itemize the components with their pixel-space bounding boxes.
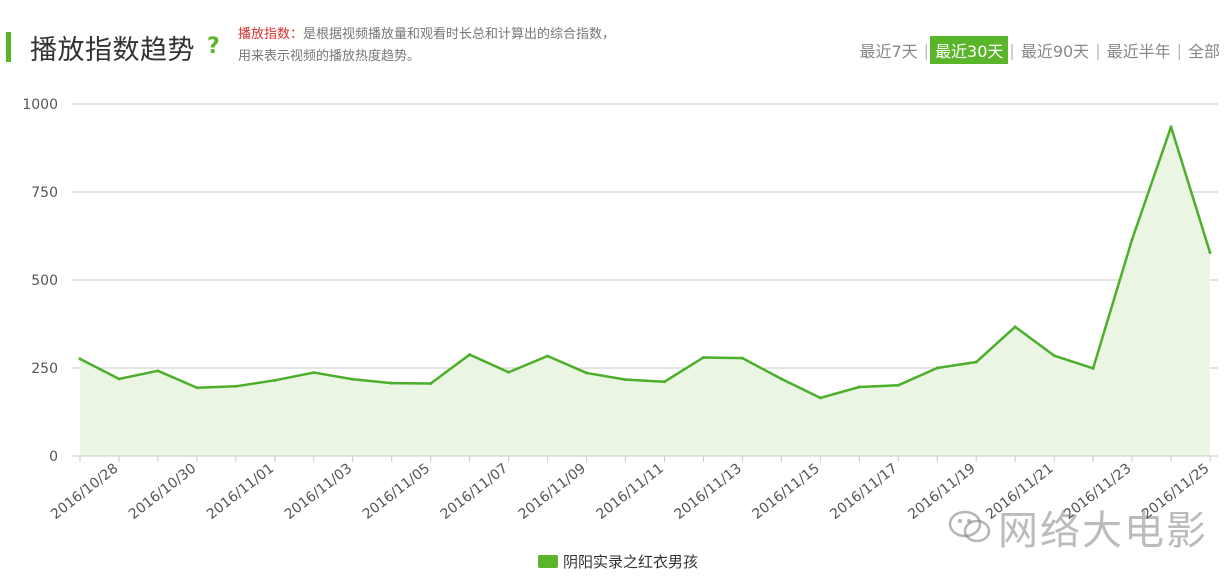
wechat-icon: [948, 510, 991, 543]
x-tick-label: 2016/11/13: [671, 461, 744, 523]
data-point: [624, 378, 628, 382]
x-tick-label: 2016/11/05: [360, 461, 433, 523]
data-point: [468, 353, 472, 357]
watermark-text: 网络大电影: [998, 508, 1208, 554]
data-point: [857, 385, 861, 389]
data-point: [390, 381, 394, 385]
data-point: [701, 355, 705, 359]
data-point: [234, 384, 238, 388]
data-point: [1130, 238, 1134, 242]
data-point: [818, 396, 822, 400]
legend-label: 阴阳实录之红衣男孩: [563, 553, 699, 571]
watermark: 网络大电影: [948, 498, 1208, 556]
x-tick-label: 2016/11/17: [827, 461, 900, 523]
x-tick-label: 2016/11/01: [204, 461, 277, 523]
y-tick-label: 250: [31, 361, 58, 377]
data-point: [1208, 251, 1212, 255]
data-point: [1013, 325, 1017, 329]
data-point: [896, 383, 900, 387]
x-tick-label: 2016/11/07: [438, 461, 511, 523]
data-point: [351, 377, 355, 381]
data-point: [195, 386, 199, 390]
chart-legend[interactable]: 阴阳实录之红衣男孩: [538, 551, 698, 572]
data-point: [273, 378, 277, 382]
data-point: [935, 366, 939, 370]
data-point: [1169, 125, 1173, 129]
x-tick-label: 2016/11/11: [593, 461, 666, 523]
data-point: [507, 370, 511, 374]
data-point: [78, 357, 82, 361]
data-point: [156, 369, 160, 373]
y-tick-label: 1000: [22, 97, 58, 113]
data-point: [974, 360, 978, 364]
data-point: [546, 354, 550, 358]
y-tick-label: 750: [31, 185, 58, 201]
x-tick-label: 2016/10/30: [126, 461, 199, 523]
data-point: [429, 381, 433, 385]
series-area: [80, 126, 1210, 456]
x-tick-label: 2016/11/09: [516, 461, 589, 523]
data-point: [662, 380, 666, 384]
x-tick-label: 2016/11/03: [282, 461, 355, 523]
data-point: [1052, 354, 1056, 358]
data-point: [740, 356, 744, 360]
data-point: [117, 377, 121, 381]
y-tick-label: 500: [31, 273, 58, 289]
y-tick-label: 0: [49, 449, 58, 465]
x-tick-label: 2016/10/28: [48, 461, 121, 523]
legend-swatch: [538, 555, 558, 568]
data-point: [312, 371, 316, 375]
play-index-chart: 025050075010002016/10/28 2016/10/30 2016/1…: [22, 97, 1218, 523]
data-point: [585, 371, 589, 375]
data-point: [1091, 366, 1095, 370]
data-point: [779, 377, 783, 381]
x-tick-label: 2016/11/15: [749, 461, 822, 523]
